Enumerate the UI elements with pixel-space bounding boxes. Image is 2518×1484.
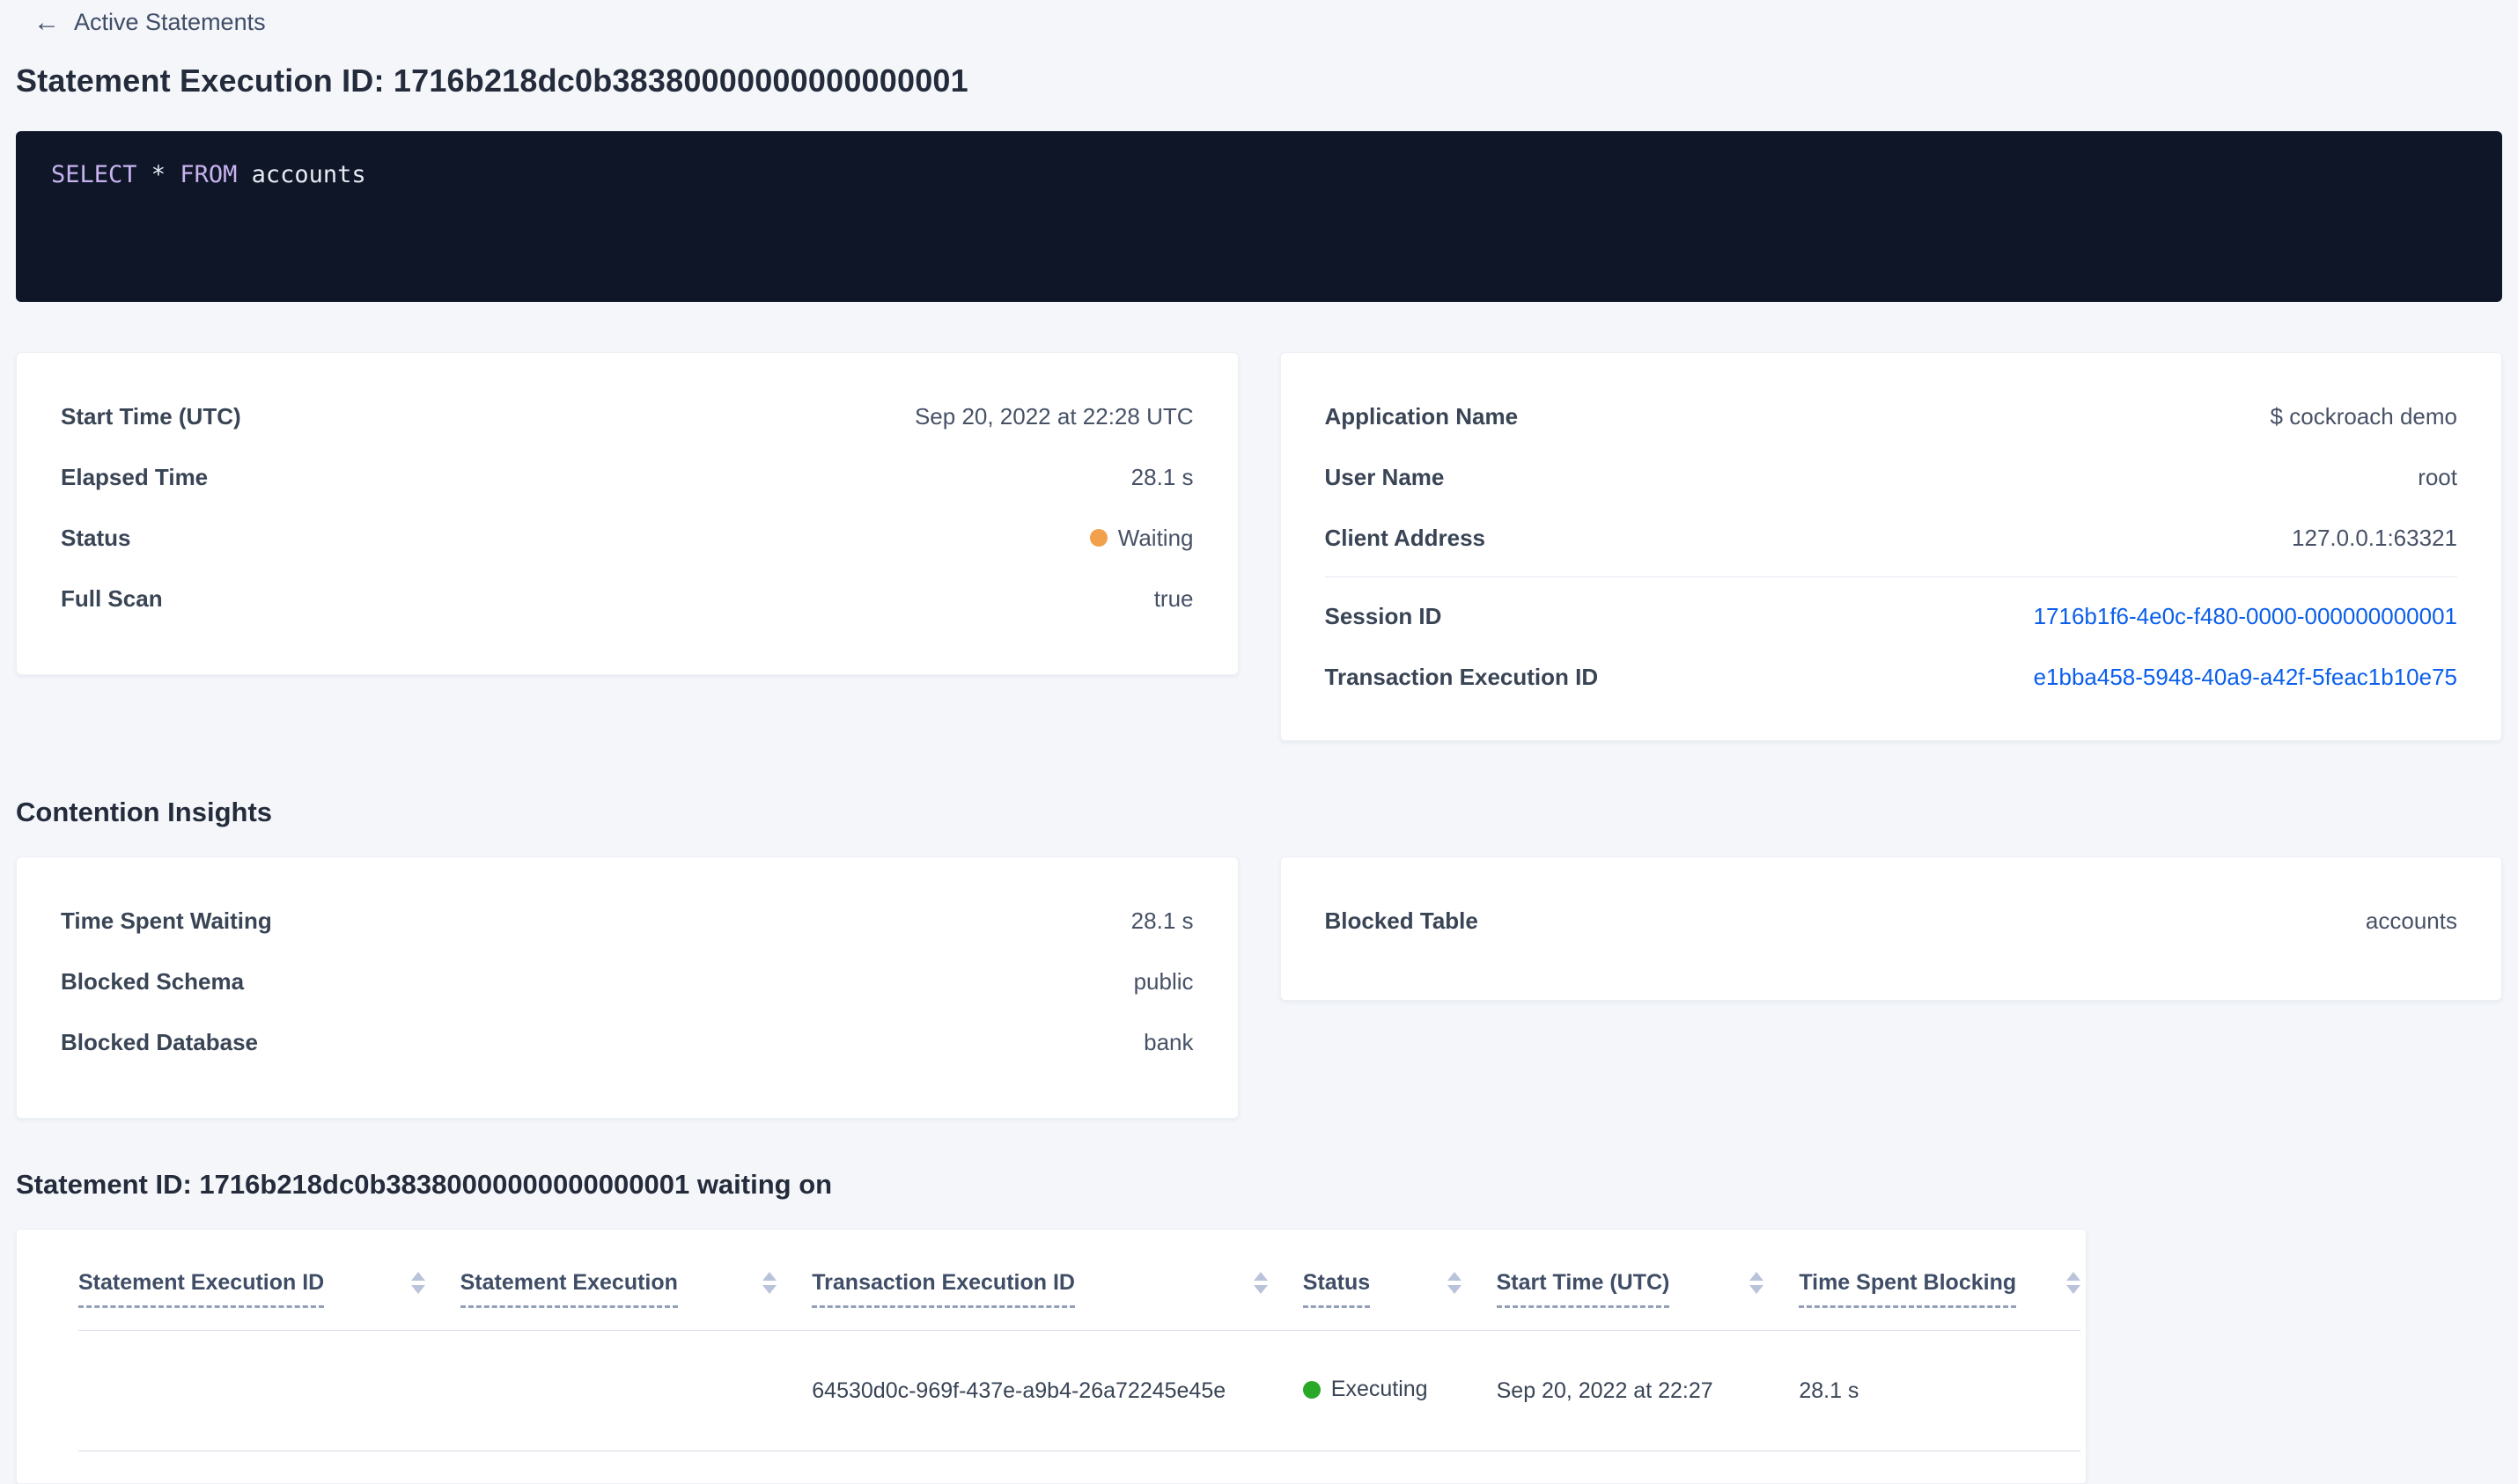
cell-status: Executing [1302,1377,1497,1405]
kv-row-application-name: Application Name $ cockroach demo [1325,399,2458,434]
back-arrow-icon: ← [33,7,60,37]
kv-value: 28.1 s [1130,464,1194,490]
page-title: Statement Execution ID: 1716b218dc0b3838… [16,62,968,99]
kv-label: Blocked Database [61,1029,258,1055]
breadcrumb-back-link[interactable]: ← Active Statements [33,9,266,36]
kv-label: Time Spent Waiting [61,907,272,934]
table-row: 64530d0c-969f-437e-a9b4-26a72245e45e Exe… [78,1331,2080,1451]
cell-transaction-execution-id: 64530d0c-969f-437e-a9b4-26a72245e45e [812,1377,1226,1403]
status-text: Waiting [1117,525,1194,551]
sql-text: * [136,161,180,188]
column-header-label: Transaction Execution ID [812,1268,1075,1308]
kv-label: Start Time (UTC) [61,403,241,430]
waiting-on-heading: Statement ID: 1716b218dc0b38380000000000… [16,1169,833,1200]
kv-label: Elapsed Time [61,464,209,490]
kv-value: true [1153,585,1194,612]
blocked-table-card: Blocked Table accounts [1279,856,2502,1001]
sql-text: accounts [237,161,366,188]
column-header-transaction-execution-id[interactable]: Transaction Execution ID [812,1268,1303,1308]
kv-row-blocked-schema: Blocked Schema public [61,964,1194,999]
contention-insights-heading: Contention Insights [16,797,273,827]
kv-label: Blocked Schema [61,968,245,995]
kv-label: Status [61,525,131,551]
session-id-link[interactable]: 1716b1f6-4e0c-f480-0000-000000000001 [2034,599,2457,634]
waiting-status-dot-icon [1089,529,1108,547]
kv-row-client-address: Client Address 127.0.0.1:63321 [1325,520,2458,555]
kv-label: Transaction Execution ID [1324,664,1599,690]
column-header-label: Start Time (UTC) [1496,1268,1670,1308]
transaction-execution-id-link[interactable]: e1bba458-5948-40a9-a42f-5feac1b10e75 [2034,659,2457,694]
kv-value: accounts [2365,907,2457,934]
table-header-row: Statement Execution ID Statement Executi… [78,1230,2080,1331]
kv-value: root [2418,464,2457,490]
kv-row-full-scan: Full Scan true [61,581,1194,616]
sql-keyword: SELECT [51,161,137,188]
column-header-label: Time Spent Blocking [1799,1268,2017,1308]
kv-label: User Name [1324,464,1445,490]
kv-label: Session ID [1324,603,1442,629]
executing-status-dot-icon [1302,1380,1321,1399]
sql-keyword: FROM [180,161,238,188]
cell-time-spent-blocking: 28.1 s [1799,1377,1859,1403]
kv-row-time-spent-waiting: Time Spent Waiting 28.1 s [61,903,1194,938]
sort-arrows-icon [2066,1272,2080,1294]
kv-row-transaction-execution-id: Transaction Execution ID e1bba458-5948-4… [1325,659,2458,694]
sort-arrows-icon [1749,1272,1764,1294]
statement-overview-card: Start Time (UTC) Sep 20, 2022 at 22:28 U… [16,352,1239,675]
status-badge: Waiting [1089,520,1194,555]
sort-arrows-icon [1253,1272,1268,1294]
kv-value: bank [1144,1029,1194,1055]
column-header-status[interactable]: Status [1302,1268,1497,1308]
kv-label: Blocked Table [1324,907,1478,934]
kv-label: Client Address [1324,525,1486,551]
cell-start-time: Sep 20, 2022 at 22:27 [1496,1377,1713,1403]
session-details-card: Application Name $ cockroach demo User N… [1279,352,2502,741]
contention-details-card: Time Spent Waiting 28.1 s Blocked Schema… [16,856,1239,1119]
column-header-label: Statement Execution ID [78,1268,325,1308]
statement-execution-details-page: ← Active Statements Statement Execution … [0,0,2518,1484]
column-header-statement-execution-id[interactable]: Statement Execution ID [78,1268,460,1308]
column-header-time-spent-blocking[interactable]: Time Spent Blocking [1799,1268,2080,1308]
kv-label: Full Scan [61,585,163,612]
kv-row-blocked-table: Blocked Table accounts [1325,903,2458,938]
sql-statement-box: SELECT * FROM accounts [16,131,2502,302]
kv-label: Application Name [1324,403,1519,430]
breadcrumb-label: Active Statements [74,9,266,35]
kv-value: Sep 20, 2022 at 22:28 UTC [914,403,1194,430]
kv-row-start-time: Start Time (UTC) Sep 20, 2022 at 22:28 U… [61,399,1194,434]
sort-arrows-icon [1447,1272,1461,1294]
kv-value: 28.1 s [1130,907,1194,934]
sql-statement: SELECT * FROM accounts [51,159,2467,191]
column-header-label: Status [1302,1268,1371,1308]
kv-row-session-id: Session ID 1716b1f6-4e0c-f480-0000-00000… [1325,599,2458,634]
kv-value: 127.0.0.1:63321 [2292,525,2457,551]
sort-arrows-icon [762,1272,777,1294]
kv-row-status: Status Waiting [61,520,1194,555]
column-header-label: Statement Execution [460,1268,678,1308]
waiting-statements-table: Statement Execution ID Statement Executi… [16,1229,2087,1484]
sort-arrows-icon [410,1272,425,1294]
kv-row-elapsed-time: Elapsed Time 28.1 s [61,459,1194,495]
kv-value: public [1133,968,1194,995]
column-header-start-time[interactable]: Start Time (UTC) [1496,1268,1800,1308]
kv-row-user-name: User Name root [1325,459,2458,495]
status-text: Executing [1330,1377,1428,1402]
kv-row-blocked-database: Blocked Database bank [61,1025,1194,1060]
kv-value: $ cockroach demo [2270,403,2457,430]
column-header-statement-execution[interactable]: Statement Execution [460,1268,813,1308]
